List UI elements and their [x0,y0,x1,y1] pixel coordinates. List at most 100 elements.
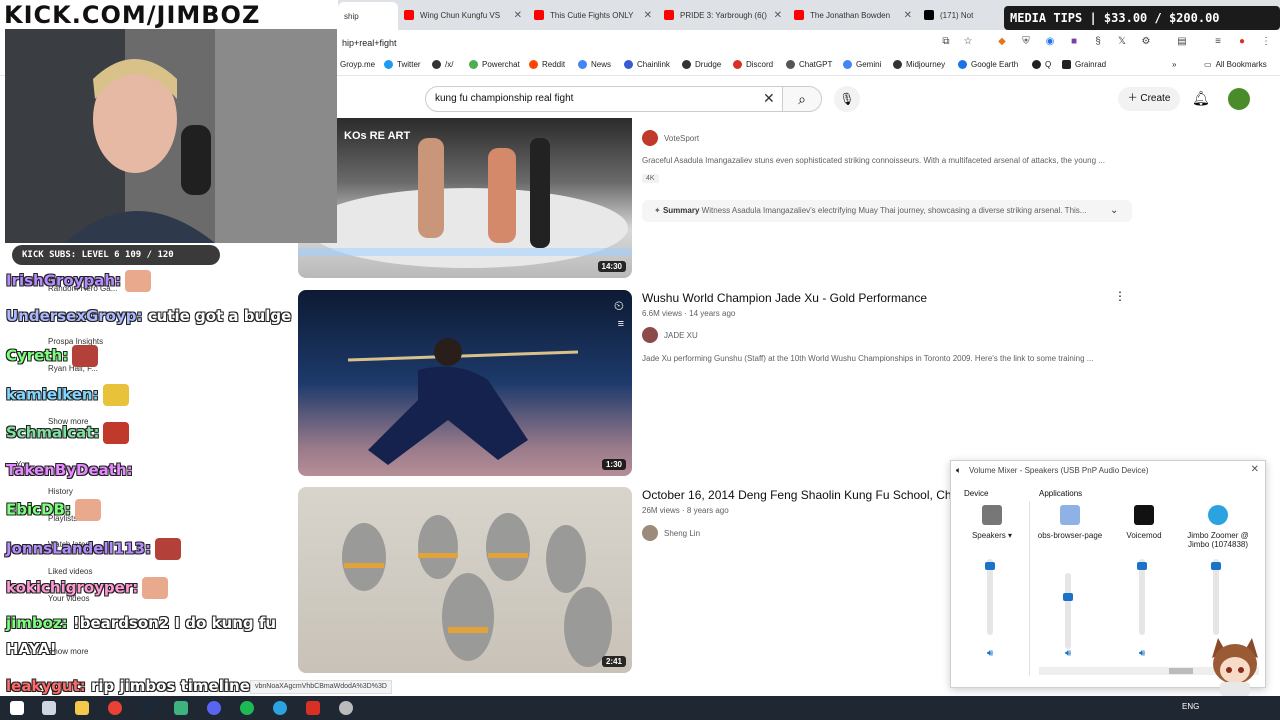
x-logo-icon [924,10,934,20]
bookmark-discord[interactable]: Discord [733,60,773,69]
slider-handle[interactable] [985,562,995,571]
all-bookmarks[interactable]: ▭ All Bookmarks [1204,60,1267,69]
chevron-down-icon[interactable]: ⌄ [1110,205,1118,216]
spotify-icon[interactable] [240,701,254,715]
tab-active[interactable]: ship [338,2,398,30]
address-bar[interactable]: hip+real+fight [338,32,958,54]
kebab-menu-icon[interactable]: ⋮ [1114,289,1126,303]
close-icon[interactable]: ✕ [1251,464,1259,475]
tab-cutie-fights[interactable]: This Cutie Fights ONLY ✕ [528,4,656,26]
volume-slider[interactable] [1063,573,1073,649]
menu-icon[interactable]: ≡ [1212,36,1224,48]
mute-speaker-icon[interactable]: 🔊︎ [1065,648,1071,659]
add-to-queue-icon[interactable]: ≡ [618,318,624,330]
chat-message: kamielken: [6,384,129,406]
bookmark-q[interactable]: Q [1032,60,1051,69]
notifications-bell-icon[interactable]: 🔔︎ [1192,90,1210,107]
ai-summary[interactable]: ✦ Summary Witness Asadula Imangazaliev's… [642,200,1132,222]
search-icon: ⌕ [798,91,806,107]
video-thumbnail[interactable]: ⏲ ≡ 1:30 [298,290,632,476]
extension-icon[interactable]: ■ [1068,36,1080,48]
x-logo-icon[interactable]: 𝕏 [1116,36,1128,48]
close-icon[interactable]: ✕ [514,10,522,21]
bookmark-twitter[interactable]: Twitter [384,60,421,69]
channel-link[interactable]: VoteSport [642,130,699,146]
channel-link[interactable]: Sheng Lin [642,525,700,541]
kebab-menu-icon[interactable]: ⋮ [1260,36,1272,48]
windows-start-icon[interactable] [10,701,24,715]
bookmark-midjourney[interactable]: Midjourney [893,60,945,69]
extension-icon[interactable]: § [1092,36,1104,48]
metamask-icon[interactable]: ◆ [996,36,1008,48]
tab-wing-chun[interactable]: Wing Chun Kungfu VS ✕ [398,4,526,26]
clear-search-icon[interactable]: ✕ [763,90,775,107]
bookmark-drudge[interactable]: Drudge [682,60,721,69]
voice-search-button[interactable]: 🎙 [834,86,860,112]
bookmark-powerchat[interactable]: Powerchat [469,60,520,69]
discord-icon[interactable] [207,701,221,715]
file-explorer-icon[interactable] [75,701,89,715]
grainrad-icon [1062,60,1071,69]
app-icon[interactable] [306,701,320,715]
mute-speaker-icon[interactable]: 🔊︎ [1139,648,1145,659]
puzzle-icon[interactable]: ⚙ [1140,36,1152,48]
slider-handle[interactable] [1063,593,1073,602]
scrollbar-thumb[interactable] [1169,668,1193,674]
steam-icon[interactable] [141,701,155,715]
bookmark-groyp[interactable]: Groyp.me [340,60,375,69]
search-input[interactable]: kung fu championship real fight [425,86,791,112]
create-button[interactable]: ＋ Create [1118,87,1180,111]
star-icon[interactable]: ☆ [962,36,974,48]
channel-avatar [642,327,658,343]
volume-slider[interactable] [1137,559,1147,635]
mute-speaker-icon[interactable]: 🔊︎ [987,648,993,659]
extension-icon[interactable]: ◉ [1044,36,1056,48]
profile-icon[interactable]: ● [1236,36,1248,48]
bookmark-news[interactable]: News [578,60,611,69]
video-thumbnail[interactable]: 2:41 [298,487,632,673]
close-icon[interactable]: ✕ [644,10,652,21]
volume-slider[interactable] [1211,559,1221,635]
sidebar-item-history[interactable]: History [48,487,73,496]
task-view-icon[interactable] [42,701,56,715]
telegram-icon[interactable] [273,701,287,715]
video-thumbnail[interactable]: KOs RE ART 14:30 [298,118,632,278]
bookmark-google-earth[interactable]: Google Earth [958,60,1018,69]
more-bookmarks-icon[interactable]: » [1172,60,1176,69]
close-icon[interactable]: ✕ [904,10,912,21]
channel-name: Sheng Lin [664,528,701,538]
bookmark-gemini[interactable]: Gemini [843,60,881,69]
chat-username: kokichigroyper: [6,578,139,597]
obs-icon[interactable] [339,701,353,715]
tab-jonathan-bowden[interactable]: The Jonathan Bowden ✕ [788,4,916,26]
tab-pride-3[interactable]: PRIDE 3: Yarbrough (6() ✕ [658,4,786,26]
dropdown-icon[interactable]: ▾ [1008,531,1012,540]
media-tips-counter: MEDIA TIPS | $33.00 / $200.00 [1004,6,1280,30]
channel-link[interactable]: JADE XU [642,327,698,343]
media-icon[interactable]: ▤ [1176,36,1188,48]
plus-icon: ＋ [1127,93,1141,104]
bookmark-x[interactable]: /x/ [432,60,453,69]
tab-x-not[interactable]: (171) Not [918,4,998,26]
watch-later-icon[interactable]: ⏲ [614,298,624,314]
bookmark-reddit[interactable]: Reddit [529,60,565,69]
chat-message: IrishGroypah: [6,270,152,292]
sidebar-item-liked-videos[interactable]: Liked videos [48,567,92,576]
bookmark-chatgpt[interactable]: ChatGPT [786,60,832,69]
slider-handle[interactable] [1137,562,1147,571]
video-title[interactable]: Wushu World Champion Jade Xu - Gold Perf… [642,291,1062,305]
shield-icon[interactable]: ⛨ [1020,36,1032,48]
app-icon[interactable] [174,701,188,715]
volume-slider[interactable] [985,559,995,635]
close-icon[interactable]: ✕ [774,10,782,21]
bookmark-chainlink[interactable]: Chainlink [624,60,670,69]
video-title[interactable]: October 16, 2014 Deng Feng Shaolin Kung … [642,488,952,502]
search-button[interactable]: ⌕ [782,86,822,112]
language-indicator[interactable]: ENG [1182,702,1199,711]
avatar[interactable] [1228,88,1250,110]
chrome-icon[interactable] [108,701,122,715]
emote-icon [102,384,129,406]
bookmark-grainrad[interactable]: Grainrad [1062,60,1106,69]
install-icon[interactable]: ⧉ [940,36,952,48]
slider-handle[interactable] [1211,562,1221,571]
